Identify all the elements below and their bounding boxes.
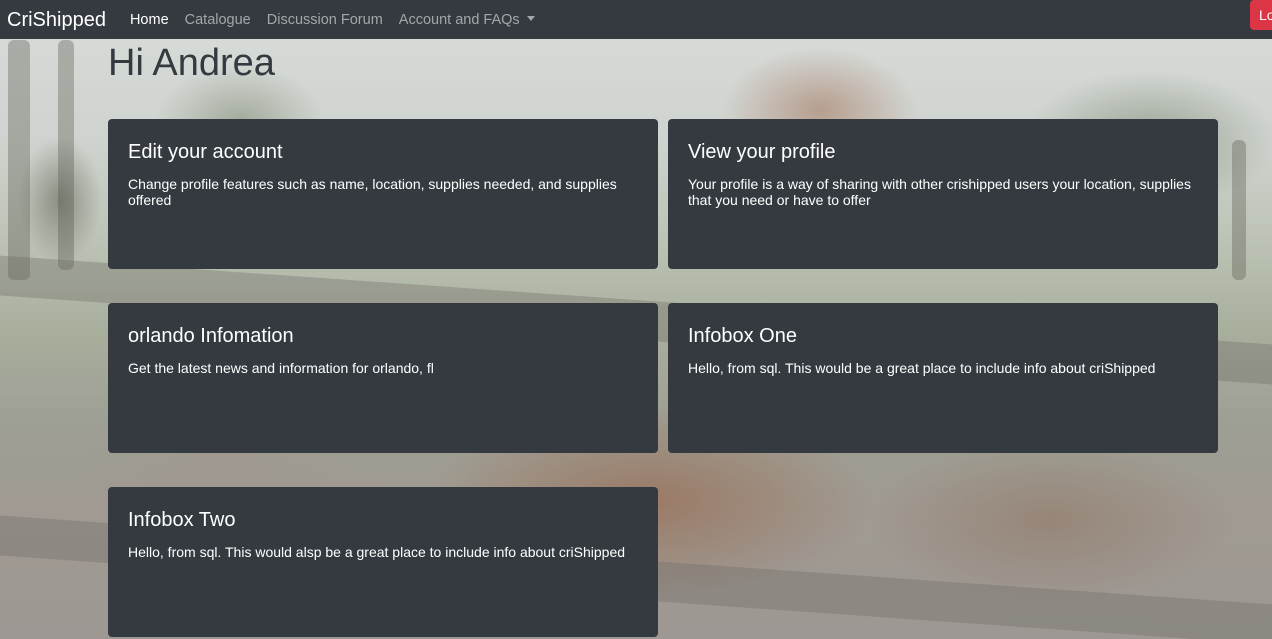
nav-account-faqs-label: Account and FAQs bbox=[398, 11, 520, 28]
card-title: View your profile bbox=[688, 141, 836, 163]
card-edit-account[interactable]: Edit your account Change profile feature… bbox=[108, 119, 658, 269]
card-text: Get the latest news and information for … bbox=[128, 360, 434, 376]
card-view-profile[interactable]: View your profile Your profile is a way … bbox=[668, 119, 1218, 269]
card-text: Hello, from sql. This would alsp be a gr… bbox=[128, 544, 626, 560]
nav-home[interactable]: Home bbox=[130, 12, 169, 28]
logout-button[interactable]: Lo bbox=[1250, 0, 1272, 30]
card-title: Infobox Two bbox=[128, 509, 236, 531]
card-title: orlando Infomation bbox=[128, 325, 294, 347]
nav-discussion-forum[interactable]: Discussion Forum bbox=[267, 12, 383, 28]
card-title: Infobox One bbox=[688, 325, 797, 347]
card-infobox-one[interactable]: Infobox One Hello, from sql. This would … bbox=[668, 303, 1218, 453]
nav-catalogue[interactable]: Catalogue bbox=[185, 12, 251, 28]
caret-down-icon bbox=[526, 15, 535, 21]
top-navbar: CriShipped Home Catalogue Discussion For… bbox=[0, 0, 1272, 39]
card-title: Edit your account bbox=[128, 141, 283, 163]
greeting-heading: Hi Andrea bbox=[108, 42, 275, 84]
brand-logo[interactable]: CriShipped bbox=[7, 5, 106, 35]
card-text: Your profile is a way of sharing with ot… bbox=[688, 176, 1191, 208]
card-text: Hello, from sql. This would be a great p… bbox=[688, 360, 1156, 376]
card-text: Change profile features such as name, lo… bbox=[128, 176, 617, 208]
card-infobox-two[interactable]: Infobox Two Hello, from sql. This would … bbox=[108, 487, 658, 637]
nav-account-faqs-dropdown[interactable]: Account and FAQs bbox=[399, 12, 535, 28]
card-orlando-information[interactable]: orlando Infomation Get the latest news a… bbox=[108, 303, 658, 453]
